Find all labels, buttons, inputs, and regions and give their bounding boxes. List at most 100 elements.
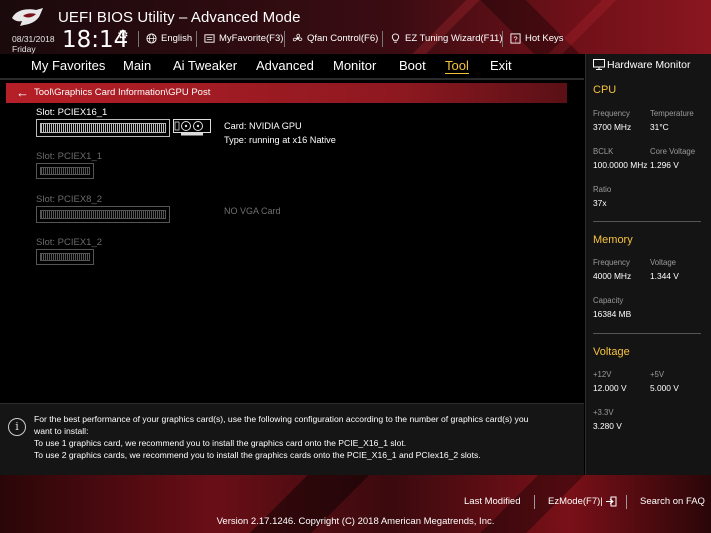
footer-bar: Last Modified EzMode(F7)| Search on FAQ … bbox=[0, 475, 711, 533]
cpu-temperature-value: 31°C bbox=[650, 122, 669, 132]
qfan-control-label: Qfan Control(F6) bbox=[307, 33, 379, 44]
bclk-value: 100.0000 MHz bbox=[593, 160, 648, 170]
slot-connector bbox=[40, 123, 166, 133]
hot-keys-label: Hot Keys bbox=[525, 33, 564, 44]
section-divider bbox=[593, 221, 701, 222]
help-text: For the best performance of your graphic… bbox=[34, 413, 574, 461]
info-icon: i bbox=[8, 418, 26, 436]
date-display: 08/31/2018 Friday bbox=[12, 34, 55, 54]
capacity-value: 16384 MB bbox=[593, 309, 632, 319]
my-favorite-label: MyFavorite(F3) bbox=[219, 33, 284, 44]
header-divider bbox=[502, 31, 503, 47]
cpu-section-title: CPU bbox=[593, 84, 617, 96]
slot-pciex8-2[interactable] bbox=[36, 206, 170, 223]
hot-keys-button[interactable]: ? Hot Keys bbox=[510, 33, 564, 44]
breadcrumb: ← Tool\Graphics Card Information\GPU Pos… bbox=[6, 83, 567, 103]
ez-tuning-wizard-label: EZ Tuning Wizard(F11) bbox=[405, 33, 503, 44]
ez-tuning-wizard-button[interactable]: EZ Tuning Wizard(F11) bbox=[390, 33, 503, 44]
footer-divider bbox=[534, 495, 535, 509]
main-menu: My Favorites Main Ai Tweaker Advanced Mo… bbox=[0, 54, 584, 78]
help-info-panel: i For the best performance of your graph… bbox=[0, 403, 584, 475]
header-divider bbox=[284, 31, 285, 47]
footer-divider bbox=[626, 495, 627, 509]
ratio-label: Ratio bbox=[593, 185, 612, 194]
tab-exit[interactable]: Exit bbox=[490, 58, 512, 73]
help-line: For the best performance of your graphic… bbox=[34, 414, 529, 424]
core-voltage-value: 1.296 V bbox=[650, 160, 679, 170]
slot-connector bbox=[40, 253, 90, 261]
slot-connector bbox=[40, 210, 166, 219]
slot-label-pciex16-1: Slot: PCIEX16_1 bbox=[36, 107, 108, 118]
voltage-section-title: Voltage bbox=[593, 346, 630, 358]
search-faq-button[interactable]: Search on FAQ bbox=[640, 496, 705, 507]
capacity-label: Capacity bbox=[593, 296, 624, 305]
v33-label: +3.3V bbox=[593, 408, 614, 417]
last-modified-button[interactable]: Last Modified bbox=[464, 496, 521, 507]
hardware-monitor-title: Hardware Monitor bbox=[607, 59, 691, 71]
memory-section-title: Memory bbox=[593, 234, 633, 246]
slot-pciex1-1[interactable] bbox=[36, 163, 94, 179]
rog-logo-icon bbox=[12, 8, 43, 26]
memory-voltage-label: Voltage bbox=[650, 258, 677, 267]
help-icon: ? bbox=[510, 33, 521, 44]
tab-ai-tweaker[interactable]: Ai Tweaker bbox=[173, 58, 237, 73]
help-line: want to install: bbox=[34, 426, 89, 436]
cpu-frequency-label: Frequency bbox=[593, 109, 630, 118]
language-label: English bbox=[161, 33, 193, 44]
tab-advanced[interactable]: Advanced bbox=[256, 58, 314, 73]
tab-monitor[interactable]: Monitor bbox=[333, 58, 376, 73]
favorite-icon bbox=[204, 34, 215, 43]
menu-divider bbox=[0, 78, 584, 80]
header-bar: UEFI BIOS Utility – Advanced Mode 08/31/… bbox=[0, 0, 711, 54]
tab-boot[interactable]: Boot bbox=[399, 58, 426, 73]
qfan-control-button[interactable]: Qfan Control(F6) bbox=[292, 33, 378, 44]
date-text: 08/31/2018 bbox=[12, 34, 55, 44]
slot-pciex1-2[interactable] bbox=[36, 249, 94, 265]
slot-pciex16-1[interactable] bbox=[36, 119, 170, 137]
breadcrumb-path: Tool\Graphics Card Information\GPU Post bbox=[34, 87, 211, 98]
cpu-frequency-value: 3700 MHz bbox=[593, 122, 632, 132]
tab-tool[interactable]: Tool bbox=[445, 58, 469, 74]
slot-label-pciex1-2: Slot: PCIEX1_2 bbox=[36, 237, 103, 248]
section-divider bbox=[593, 333, 701, 334]
language-button[interactable]: English bbox=[146, 33, 192, 44]
v12-label: +12V bbox=[593, 370, 612, 379]
hardware-monitor-panel: Hardware Monitor CPU Frequency Temperatu… bbox=[585, 54, 711, 475]
slot-label-pciex8-2: Slot: PCIEX8_2 bbox=[36, 194, 103, 205]
tab-my-favorites[interactable]: My Favorites bbox=[31, 58, 105, 73]
gpu-card-icon bbox=[173, 119, 211, 136]
header-divider bbox=[196, 31, 197, 47]
v33-value: 3.280 V bbox=[593, 421, 622, 431]
day-text: Friday bbox=[12, 44, 36, 54]
card-type-text: Type: running at x16 Native bbox=[224, 135, 336, 145]
hardware-monitor-header: Hardware Monitor bbox=[586, 54, 711, 76]
fan-icon bbox=[292, 33, 303, 42]
v12-value: 12.000 V bbox=[593, 383, 627, 393]
last-modified-label: Last Modified bbox=[464, 496, 521, 507]
memory-frequency-value: 4000 MHz bbox=[593, 271, 632, 281]
memory-frequency-label: Frequency bbox=[593, 258, 630, 267]
slot-label-pciex1-1: Slot: PCIEX1_1 bbox=[36, 151, 103, 162]
monitor-icon bbox=[593, 59, 605, 70]
exit-arrow-icon bbox=[605, 496, 617, 507]
ezmode-label: EzMode(F7)| bbox=[548, 496, 603, 507]
v5-label: +5V bbox=[650, 370, 665, 379]
page-title: UEFI BIOS Utility – Advanced Mode bbox=[58, 9, 301, 26]
back-arrow-icon[interactable]: ← bbox=[16, 85, 29, 100]
header-divider bbox=[138, 31, 139, 47]
help-line: To use 2 graphics cards, we recommend yo… bbox=[34, 450, 481, 460]
card-name-text: Card: NVIDIA GPU bbox=[224, 121, 302, 131]
cpu-temperature-label: Temperature bbox=[650, 109, 694, 118]
v5-value: 5.000 V bbox=[650, 383, 679, 393]
no-vga-card-text: NO VGA Card bbox=[224, 206, 281, 216]
my-favorite-button[interactable]: MyFavorite(F3) bbox=[204, 33, 283, 44]
ratio-value: 37x bbox=[593, 198, 607, 208]
tab-main[interactable]: Main bbox=[123, 58, 151, 73]
lightbulb-icon bbox=[391, 33, 400, 43]
ezmode-button[interactable]: EzMode(F7)| bbox=[548, 496, 617, 507]
core-voltage-label: Core Voltage bbox=[650, 147, 696, 156]
clock-settings-gear-icon[interactable]: ⚙ bbox=[117, 27, 129, 43]
globe-icon bbox=[146, 33, 157, 44]
header-divider bbox=[382, 31, 383, 47]
bclk-label: BCLK bbox=[593, 147, 614, 156]
